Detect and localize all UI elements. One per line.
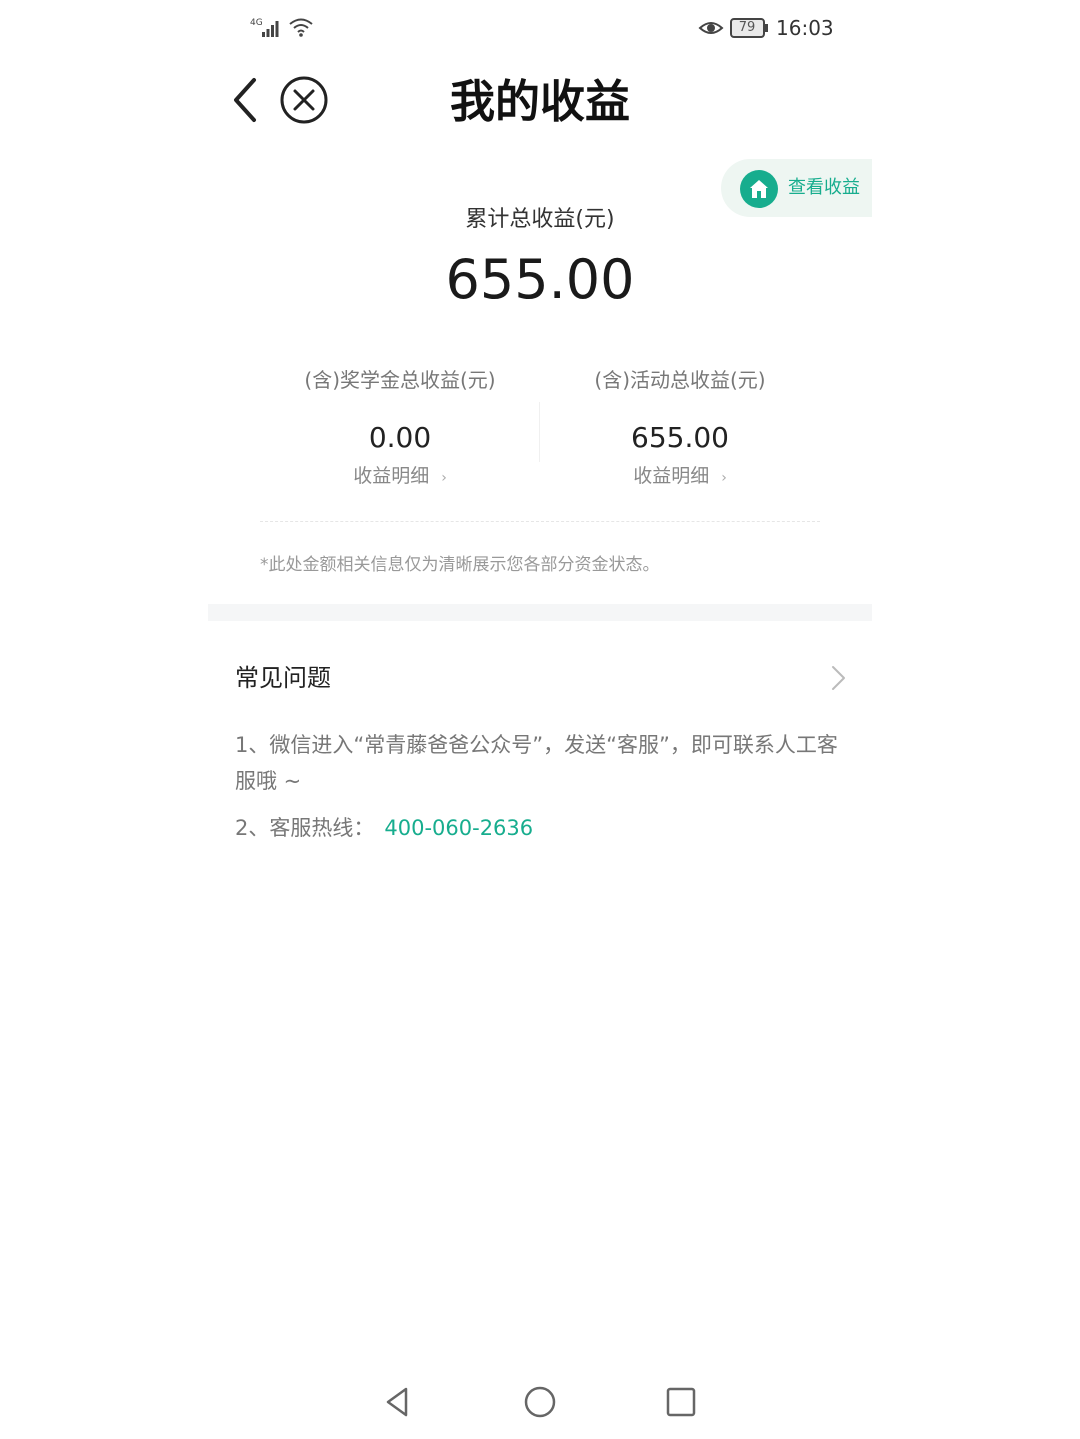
faq-item-hotline: 2、客服热线： 400-060-2636 <box>235 810 855 846</box>
scholarship-earnings: (含)奖学金总收益(元) 0.00 收益明细 › <box>255 364 545 504</box>
triangle-back-icon <box>386 1387 408 1417</box>
cellular-signal-icon: 4G <box>250 18 279 37</box>
disclaimer-text: *此处金额相关信息仅为清晰展示您各部分资金状态。 <box>260 555 660 575</box>
chevron-right-icon: › <box>721 470 727 486</box>
faq-header[interactable]: 常见问题 <box>208 648 872 708</box>
back-arrow-icon[interactable] <box>226 74 262 126</box>
wifi-icon <box>289 18 313 37</box>
hotline-number-link[interactable]: 400-060-2636 <box>384 816 533 840</box>
activity-earnings-label: (含)活动总收益(元) <box>594 368 766 392</box>
details-link-label: 收益明细 <box>353 465 430 487</box>
activity-earnings: (含)活动总收益(元) 655.00 收益明细 › <box>535 364 825 504</box>
nav-back-button[interactable] <box>372 1376 424 1428</box>
system-navigation-bar <box>208 1376 872 1428</box>
nav-recents-button[interactable] <box>655 1376 707 1428</box>
chevron-right-icon: › <box>441 470 447 486</box>
divider <box>260 521 820 522</box>
close-circle-icon[interactable] <box>278 74 330 126</box>
activity-details-link[interactable]: 收益明细 › <box>535 462 825 492</box>
hotline-label: 2、客服热线： <box>235 816 375 840</box>
faq-title: 常见问题 <box>235 664 331 692</box>
network-type: 4G <box>250 18 263 28</box>
circle-home-icon <box>524 1386 556 1418</box>
home-icon <box>740 170 778 208</box>
view-earnings-label: 查看收益 <box>788 177 860 198</box>
details-link-label: 收益明细 <box>633 465 710 487</box>
clock: 16:03 <box>776 16 834 40</box>
square-recents-icon <box>666 1387 696 1417</box>
chevron-right-icon <box>832 666 845 690</box>
total-earnings-value: 655.00 <box>445 248 635 311</box>
scholarship-earnings-label: (含)奖学金总收益(元) <box>304 368 496 392</box>
eye-comfort-icon <box>698 22 724 34</box>
status-bar: 4G 79 16:03 <box>208 0 872 56</box>
scholarship-earnings-value: 0.00 <box>368 421 432 454</box>
total-earnings-label: 累计总收益(元) <box>465 207 615 232</box>
section-separator <box>208 604 872 621</box>
nav-home-button[interactable] <box>514 1376 566 1428</box>
app-screen: 4G 79 16:03 我的收益 查看收益 累计总收益(元) 655.00 (含… <box>208 0 872 1439</box>
activity-earnings-value: 655.00 <box>631 421 729 454</box>
battery-level: 79 <box>738 20 756 35</box>
page-title: 我的收益 <box>449 75 630 128</box>
scholarship-details-link[interactable]: 收益明细 › <box>255 462 545 492</box>
faq-item-customer-service: 1、微信进入“常青藤爸爸公众号”，发送“客服”，即可联系人工客服哦 ~ <box>235 733 838 793</box>
